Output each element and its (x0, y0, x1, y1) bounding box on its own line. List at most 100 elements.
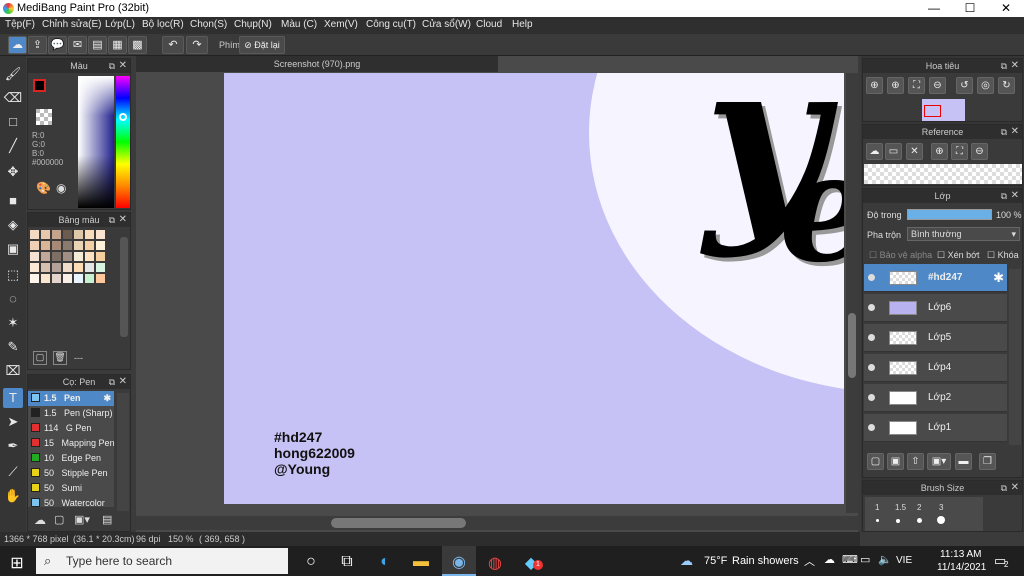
add-brush-icon[interactable]: ▢ (54, 513, 64, 526)
close-icon[interactable]: ✕ (119, 375, 127, 389)
swatch[interactable] (63, 241, 72, 250)
vertical-scrollbar[interactable] (846, 73, 858, 513)
horizontal-scroll-thumb[interactable] (331, 518, 466, 528)
rotate-right-icon[interactable]: ↻ (998, 77, 1015, 94)
fill-rect-tool-icon[interactable]: ■ (3, 191, 23, 211)
eye-icon[interactable] (868, 424, 875, 431)
grid-icon[interactable]: ▩ (128, 36, 147, 54)
undo-icon[interactable]: ↶ (162, 36, 184, 54)
swatch[interactable] (41, 274, 50, 283)
swatch[interactable] (85, 274, 94, 283)
brush-scrollbar[interactable] (117, 393, 129, 511)
navigator-preview[interactable] (922, 99, 965, 121)
swatch[interactable] (96, 252, 105, 261)
menu-filter[interactable]: Bộ lọc(R) (142, 19, 184, 30)
menu-select[interactable]: Chọn(S) (190, 19, 227, 30)
close-icon[interactable]: ✕ (1011, 481, 1019, 495)
swatch[interactable] (41, 263, 50, 272)
swatch[interactable] (63, 252, 72, 261)
delete-palette-icon[interactable]: 🗑 (53, 351, 67, 365)
brush-size-option[interactable]: 1.5 (895, 503, 906, 512)
hue-handle[interactable] (119, 113, 127, 121)
cloud-brush-icon[interactable]: ☁ (34, 513, 46, 527)
popout-icon[interactable]: ⧉ (1001, 481, 1007, 495)
weather-text[interactable]: Rain showers (732, 555, 799, 567)
zoom-out-icon[interactable]: ⊖ (929, 77, 946, 94)
popout-icon[interactable]: ⧉ (109, 375, 115, 389)
swatch[interactable] (85, 252, 94, 261)
brush-item[interactable]: 50 Watercolor (28, 496, 114, 507)
brush-item[interactable]: 1.5 Pen ✱ (28, 391, 114, 406)
medibang-taskbar-button[interactable]: ◉ (442, 546, 476, 576)
close-icon[interactable]: ✕ (119, 213, 127, 227)
swatch[interactable] (52, 230, 61, 239)
lasso-tool-icon[interactable]: ◌ (3, 289, 23, 309)
brush-menu-icon[interactable]: ▣▾ (74, 513, 90, 526)
magic-wand-tool-icon[interactable]: ✶ (3, 313, 23, 333)
select-eraser-tool-icon[interactable]: ⌧ (3, 361, 23, 381)
file-explorer-icon[interactable]: ▬ (410, 553, 432, 571)
popout-icon[interactable]: ⧉ (1001, 189, 1007, 203)
eye-icon[interactable] (868, 334, 875, 341)
cloud-icon[interactable]: ☁ (866, 143, 883, 160)
keyboard-icon[interactable]: ⌨ (842, 553, 858, 566)
brush-item[interactable]: 50 Stipple Pen (28, 466, 114, 481)
menu-file[interactable]: Tệp(F) (5, 19, 35, 30)
layer-item[interactable]: Lớp1 (864, 414, 1007, 442)
layer-scrollbar[interactable] (1009, 269, 1021, 445)
horizontal-scrollbar[interactable] (136, 516, 858, 530)
close-icon[interactable]: ✕ (1011, 125, 1019, 139)
layer-menu-icon[interactable]: ▣▾ (927, 453, 951, 470)
layer-item[interactable]: Lớp2 (864, 384, 1007, 412)
brush-item[interactable]: 114 G Pen (28, 421, 114, 436)
swatch[interactable] (41, 230, 50, 239)
swatch[interactable] (52, 263, 61, 272)
upload-icon[interactable]: ⇪ (28, 36, 47, 54)
new-halftone-layer-icon[interactable]: ▣ (887, 453, 904, 470)
new-palette-icon[interactable]: ▢ (33, 351, 47, 365)
zoom-fit-icon[interactable]: ⊕ (866, 77, 883, 94)
clip-checkbox[interactable]: ☐ Xén bớt (937, 250, 980, 261)
foreground-color[interactable] (33, 79, 46, 92)
brush-item[interactable]: 10 Edge Pen (28, 451, 114, 466)
popout-icon[interactable]: ⧉ (1001, 59, 1007, 73)
swatch[interactable] (85, 241, 94, 250)
task-view-icon[interactable]: ○ (300, 553, 322, 571)
popout-icon[interactable]: ⧉ (109, 59, 115, 73)
folder-icon[interactable]: ▭ (885, 143, 902, 160)
cloud-icon[interactable]: ☁ (8, 36, 27, 54)
eye-icon[interactable] (868, 304, 875, 311)
menu-tools[interactable]: Công cụ(T) (366, 19, 416, 30)
eye-icon[interactable] (868, 394, 875, 401)
popout-icon[interactable]: ⧉ (109, 213, 115, 227)
menu-capture[interactable]: Chụp(N) (234, 19, 272, 30)
new-layer-icon[interactable]: ▢ (867, 453, 884, 470)
weather-temp[interactable]: 75°F (704, 555, 727, 567)
clock-time[interactable]: 11:13 AM (940, 549, 982, 560)
volume-icon[interactable]: 🔈 (878, 553, 892, 566)
brush-item[interactable]: 50 Sumi (28, 481, 114, 496)
swatch[interactable] (85, 230, 94, 239)
opacity-slider[interactable] (907, 209, 992, 220)
gear-icon[interactable]: ✱ (993, 270, 1004, 286)
saturation-brightness-field[interactable] (78, 76, 114, 208)
swatch[interactable] (74, 252, 83, 261)
palette-scrollbar[interactable] (120, 237, 128, 337)
eye-icon[interactable] (868, 274, 875, 281)
close-icon[interactable]: ✕ (119, 59, 127, 73)
menu-color[interactable]: Màu (C) (281, 19, 317, 30)
maximize-button[interactable]: ☐ (952, 0, 988, 17)
menu-edit[interactable]: Chỉnh sửa(E) (42, 19, 102, 30)
page-icon[interactable]: ▤ (88, 36, 107, 54)
line-tool-icon[interactable]: ╱ (3, 136, 23, 156)
eyedropper-tool-icon[interactable]: ✒ (3, 436, 23, 456)
alpha-lock-checkbox[interactable]: ☐ Bảo vệ alpha (869, 250, 932, 261)
swatch[interactable] (63, 274, 72, 283)
close-button[interactable]: ✕ (988, 0, 1024, 17)
reset-view-icon[interactable]: ◎ (977, 77, 994, 94)
layer-item[interactable]: Lớp5 (864, 324, 1007, 352)
edge-icon[interactable]: ◐ (374, 553, 396, 571)
swatch[interactable] (85, 263, 94, 272)
network-icon[interactable]: ▭ (860, 553, 870, 566)
menu-cloud[interactable]: Cloud (476, 19, 502, 30)
